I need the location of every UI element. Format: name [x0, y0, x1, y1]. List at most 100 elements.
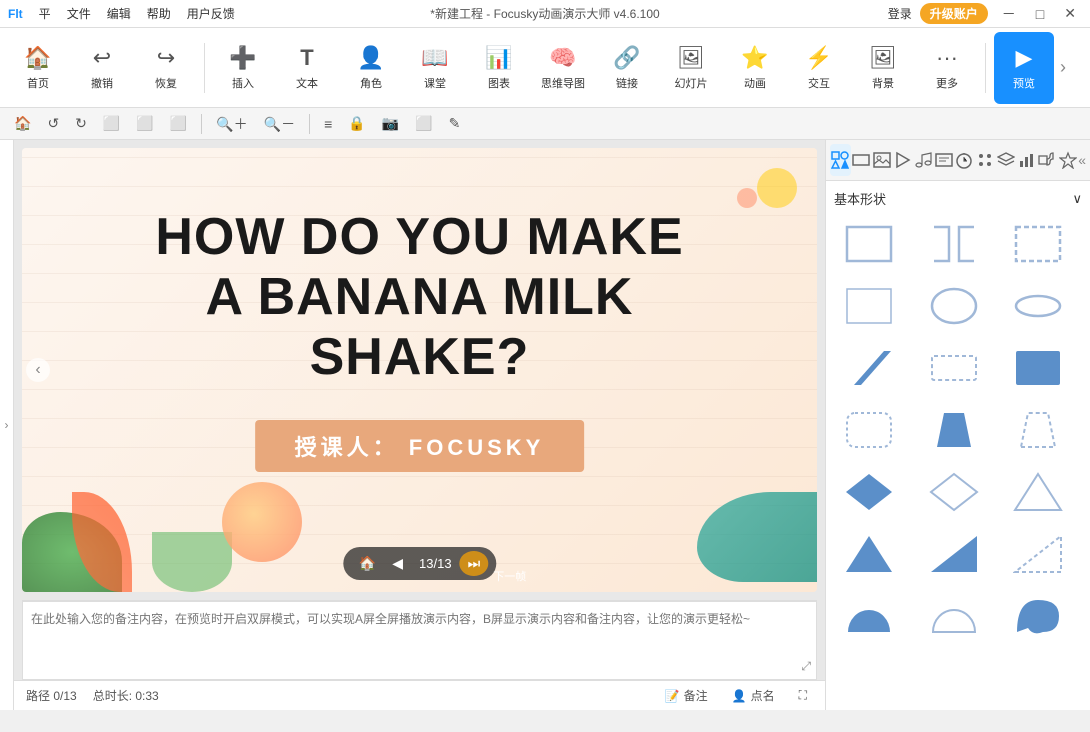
menu-feedback[interactable]: 用户反馈: [187, 5, 235, 22]
toolbar-interact[interactable]: ⚡ 交互: [789, 32, 849, 104]
shape-trapezoid[interactable]: [919, 402, 989, 458]
toolbar-link[interactable]: 🔗 链接: [597, 32, 657, 104]
toolbar-link-label: 链接: [616, 75, 638, 91]
shape-diamond-outline[interactable]: [919, 464, 989, 520]
shape-rect-dashed3[interactable]: [834, 402, 904, 458]
rt-music-btn[interactable]: [913, 144, 934, 176]
right-panel-collapse-btn[interactable]: «: [1078, 152, 1086, 168]
shape-trapezoid-dashed[interactable]: [1003, 402, 1073, 458]
preview-home-btn[interactable]: 🏠: [351, 551, 384, 576]
maximize-button[interactable]: □: [1030, 4, 1050, 24]
tb2-rect4-btn[interactable]: ⬜: [409, 111, 438, 136]
minimize-button[interactable]: －: [996, 2, 1022, 26]
toolbar-more[interactable]: ··· 更多: [917, 32, 977, 104]
preview-icon: ▶: [1016, 45, 1033, 71]
status-right: 📝 备注 👤 点名 ⛶: [659, 685, 813, 706]
toolbar-chart[interactable]: 📊 图表: [469, 32, 529, 104]
tb2-edit-btn[interactable]: ✎: [443, 111, 467, 136]
shape-triangle-right-dashed[interactable]: [1003, 526, 1073, 582]
status-notes-btn[interactable]: 📝 备注: [659, 685, 714, 706]
tb2-rect3-btn[interactable]: ⬜: [164, 111, 193, 136]
deco-leaf-light-green: [152, 532, 232, 592]
close-button[interactable]: ✕: [1058, 3, 1082, 24]
preview-next-btn[interactable]: ⏭: [460, 551, 489, 576]
rt-play-btn[interactable]: [892, 144, 913, 176]
toolbar-insert[interactable]: ➕ 插入: [213, 32, 273, 104]
upgrade-button[interactable]: 升级账户: [920, 3, 988, 24]
toolbar-undo[interactable]: ↩ 撤销: [72, 32, 132, 104]
status-roll-btn[interactable]: 👤 点名: [726, 685, 781, 706]
toolbar-background[interactable]: 🖼 背景: [853, 32, 913, 104]
page-total: 13: [437, 556, 451, 571]
rt-text-btn[interactable]: [933, 144, 954, 176]
toolbar-home[interactable]: 🏠 首页: [8, 32, 68, 104]
notes-btn-label: 备注: [684, 687, 708, 704]
tb2-zoom-in-btn[interactable]: 🔍＋: [210, 110, 253, 138]
mindmap-icon: 🧠: [549, 45, 576, 71]
shape-oval-outline[interactable]: [1003, 278, 1073, 334]
category-expand-icon[interactable]: ∨: [1072, 191, 1082, 207]
toolbar-classroom[interactable]: 📖 课堂: [405, 32, 465, 104]
shape-semicircle-outline[interactable]: [919, 588, 989, 644]
tb2-zoom-out-btn[interactable]: 🔍－: [258, 110, 301, 138]
shape-bracket-outline[interactable]: [919, 216, 989, 272]
tb2-lock-btn[interactable]: 🔒: [342, 111, 371, 136]
rt-timer-btn[interactable]: [954, 144, 975, 176]
tb2-redo-btn[interactable]: ↻: [69, 111, 93, 136]
shape-triangle-outline[interactable]: [1003, 464, 1073, 520]
shape-rect-thin[interactable]: [834, 278, 904, 334]
slide-canvas[interactable]: HOW DO YOU MAKE A BANANA MILK SHAKE? 授课人…: [22, 148, 817, 592]
menu-file[interactable]: 文件: [67, 5, 91, 22]
rt-grid-btn[interactable]: [975, 144, 996, 176]
status-fullscreen-btn[interactable]: ⛶: [793, 686, 813, 705]
login-button[interactable]: 登录: [888, 5, 912, 22]
toolbar-character[interactable]: 👤 角色: [341, 32, 401, 104]
character-icon: 👤: [357, 45, 384, 71]
toolbar-slideshow[interactable]: 🖼 幻灯片: [661, 32, 721, 104]
undo-icon: ↩: [93, 45, 111, 71]
preview-prev-btn[interactable]: ◀: [384, 551, 411, 576]
shape-semicircle[interactable]: [834, 588, 904, 644]
rt-rect-btn[interactable]: [851, 144, 872, 176]
shape-rect-dashed2[interactable]: [919, 340, 989, 396]
tb2-camera-btn[interactable]: 📷: [376, 111, 405, 136]
rt-unknown-btn[interactable]: [1037, 144, 1058, 176]
shape-triangle-right[interactable]: [919, 526, 989, 582]
tb2-rect2-btn[interactable]: ⬜: [130, 111, 159, 136]
tb2-rect1-btn[interactable]: ⬜: [97, 111, 126, 136]
toolbar-text[interactable]: T 文本: [277, 32, 337, 104]
rt-star-btn[interactable]: [1058, 144, 1079, 176]
canvas-area: HOW DO YOU MAKE A BANANA MILK SHAKE? 授课人…: [14, 140, 825, 710]
toolbar-preview[interactable]: ▶ 预览: [994, 32, 1054, 104]
shape-misc[interactable]: [1003, 588, 1073, 644]
notes-textarea[interactable]: [22, 601, 817, 680]
rt-shapes-btn[interactable]: [830, 144, 851, 176]
toolbar-expand-icon[interactable]: ›: [1060, 57, 1066, 78]
toolbar-animation[interactable]: ⭐ 动画: [725, 32, 785, 104]
category-label: 基本形状: [834, 189, 886, 208]
menu-edit[interactable]: 编辑: [107, 5, 131, 22]
notes-expand-icon[interactable]: ⤢: [801, 659, 811, 674]
tb2-undo-btn[interactable]: ↺: [41, 111, 65, 136]
rt-image-btn[interactable]: [871, 144, 892, 176]
prev-slide-arrow[interactable]: ‹: [26, 358, 50, 382]
tb2-home-btn[interactable]: 🏠: [8, 111, 37, 136]
rt-layers-btn[interactable]: [996, 144, 1017, 176]
rt-chart-btn[interactable]: [1016, 144, 1037, 176]
shape-circle-outline[interactable]: [919, 278, 989, 334]
menu-ping[interactable]: 平: [39, 5, 51, 22]
background-icon: 🖼: [869, 45, 897, 71]
toolbar-redo[interactable]: ↪ 恢复: [136, 32, 196, 104]
shape-rect-outline[interactable]: [834, 216, 904, 272]
shape-rect-dashed[interactable]: [1003, 216, 1073, 272]
shape-parallelogram[interactable]: [834, 340, 904, 396]
left-panel-toggle[interactable]: ›: [0, 140, 14, 710]
shape-rect-solid[interactable]: [1003, 340, 1073, 396]
shape-diamond[interactable]: [834, 464, 904, 520]
shape-triangle-solid[interactable]: [834, 526, 904, 582]
tb2-align-btn[interactable]: ≡: [318, 112, 338, 136]
tb2-sep1: [201, 114, 202, 134]
toolbar-mindmap[interactable]: 🧠 思维导图: [533, 32, 593, 104]
titlebar: Flt 平 文件 编辑 帮助 用户反馈 *新建工程 - Focusky动画演示大…: [0, 0, 1090, 28]
menu-help[interactable]: 帮助: [147, 5, 171, 22]
